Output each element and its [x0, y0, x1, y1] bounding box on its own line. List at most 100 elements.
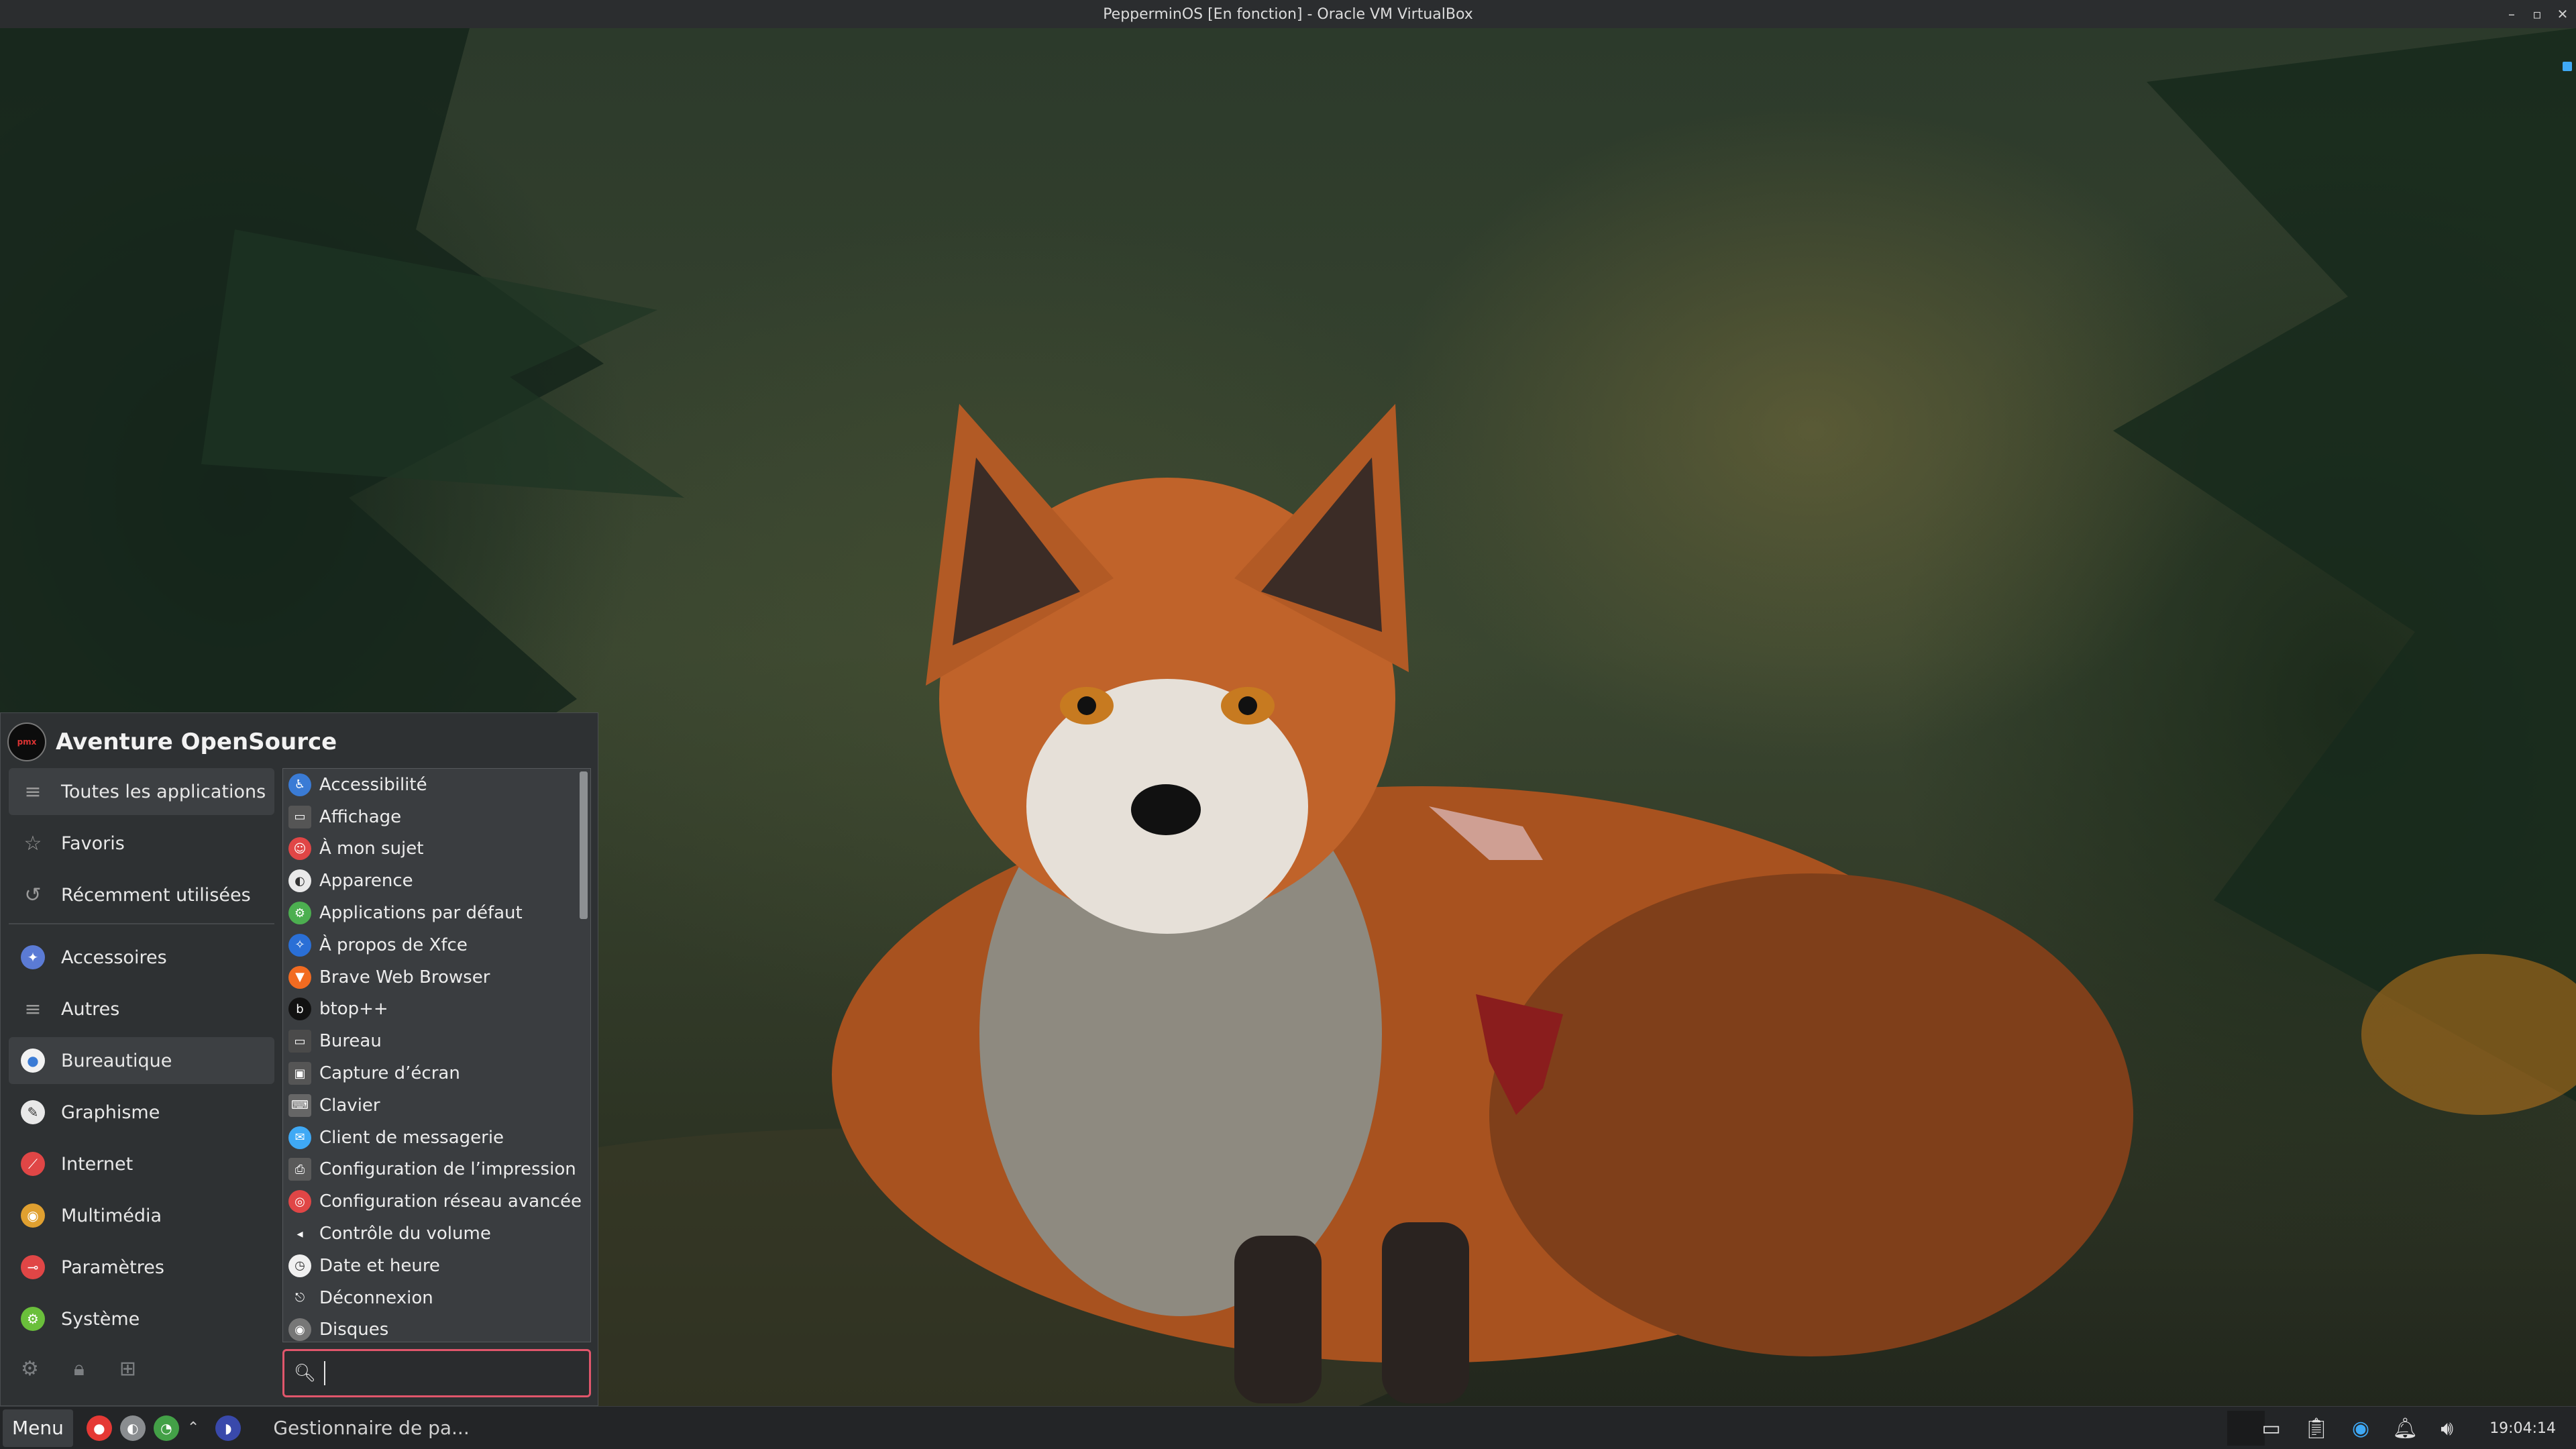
app-label: Date et heure: [319, 1255, 440, 1276]
tray-separator: [2227, 1411, 2265, 1446]
app-list-item[interactable]: ⌨ Clavier: [283, 1089, 578, 1122]
app-label: Configuration réseau avancée: [319, 1191, 582, 1212]
app-list-item[interactable]: ⎋ Déconnexion: [283, 1282, 578, 1314]
category-favorites[interactable]: ☆ Favoris: [9, 820, 274, 867]
other-icon: ≡: [24, 997, 42, 1021]
category-label: Système: [61, 1308, 140, 1330]
settings-gear-icon[interactable]: ⚙: [21, 1357, 39, 1381]
multimedia-icon: ◉: [21, 1203, 45, 1228]
all-apps-icon: ≡: [24, 780, 42, 804]
app-list-item[interactable]: ▼ Brave Web Browser: [283, 961, 578, 994]
app-list-item[interactable]: ☺ À mon sujet: [283, 833, 578, 865]
app-list-item[interactable]: ▭ Affichage: [283, 801, 578, 833]
app-label: Brave Web Browser: [319, 967, 490, 987]
switch-user-icon[interactable]: ⊞: [119, 1357, 136, 1381]
category-graphics[interactable]: ✎ Graphisme: [9, 1089, 274, 1136]
lock-icon[interactable]: 🔒︎: [74, 1357, 85, 1381]
mail-client-icon: ✉: [288, 1126, 311, 1149]
category-label: Paramètres: [61, 1256, 164, 1278]
menu-button[interactable]: Menu: [3, 1409, 73, 1447]
app-label: Capture d’écran: [319, 1063, 460, 1084]
app-list-item[interactable]: ✉ Client de messagerie: [283, 1122, 578, 1154]
category-label: Accessoires: [61, 947, 167, 968]
system-tray: ▭ 📋︎ ◉ 🔔︎ 🔊︎ 19:04:14: [2262, 1407, 2556, 1449]
display-icon[interactable]: ▭: [2262, 1417, 2281, 1440]
default-apps-icon: ⚙: [288, 902, 311, 925]
category-other[interactable]: ≡ Autres: [9, 985, 274, 1032]
text-cursor: [324, 1361, 326, 1385]
app-label: Client de messagerie: [319, 1127, 504, 1148]
volume-icon: ◂: [288, 1222, 311, 1246]
user-avatar-icon[interactable]: pmx: [7, 722, 46, 761]
appearance-icon: ◐: [288, 869, 311, 893]
app-list-item[interactable]: ◎ Configuration réseau avancée: [283, 1185, 582, 1218]
category-label: Récemment utilisées: [61, 884, 251, 906]
window-controls: – ▫ ✕: [2505, 0, 2569, 28]
app-label: Disques: [319, 1320, 389, 1340]
clock[interactable]: 19:04:14: [2489, 1420, 2556, 1437]
application-menu: pmx Aventure OpenSource ≡ Toutes les app…: [0, 712, 598, 1406]
menu-footer-actions: ⚙ 🔒︎ ⊞: [21, 1357, 136, 1381]
chevron-up-icon[interactable]: ⌃: [187, 1419, 199, 1436]
category-office[interactable]: ● Bureautique: [9, 1037, 274, 1084]
category-label: Autres: [61, 998, 120, 1020]
screenshot-icon: ▣: [288, 1062, 311, 1085]
taskbar-window-button[interactable]: Gestionnaire de pa...: [273, 1417, 469, 1439]
network-icon[interactable]: ◉: [2352, 1417, 2369, 1440]
application-list: ♿ Accessibilité ▭ Affichage ☺ À mon sujet ◐ App…: [283, 769, 582, 1342]
xfce-icon: ✧: [288, 933, 311, 957]
app-label: Apparence: [319, 871, 413, 892]
app-launcher-grey-icon[interactable]: ◐: [119, 1415, 146, 1441]
restore-icon[interactable]: ▫: [2530, 6, 2544, 22]
app-list-item[interactable]: ◷ Date et heure: [283, 1250, 578, 1282]
window-title: PepperminOS [En fonction] - Oracle VM Vi…: [1103, 5, 1473, 23]
history-icon: ↺: [24, 883, 42, 907]
category-accessories[interactable]: ✦ Accessoires: [9, 934, 274, 981]
clipboard-icon[interactable]: 📋︎: [2304, 1417, 2329, 1440]
display-icon: ▭: [288, 805, 311, 828]
btop-icon: b: [288, 998, 311, 1021]
brave-icon: ▼: [288, 965, 311, 989]
app-launcher-green-icon[interactable]: ◔: [153, 1415, 179, 1441]
app-launcher-blue-icon[interactable]: ◗: [215, 1415, 241, 1441]
printer-icon: ⎙: [288, 1158, 311, 1181]
close-icon[interactable]: ✕: [2556, 6, 2569, 22]
notification-bell-icon[interactable]: 🔔︎: [2392, 1417, 2418, 1440]
app-list-item[interactable]: b btop++: [283, 994, 578, 1026]
app-label: À propos de Xfce: [319, 934, 468, 955]
graphics-icon: ✎: [21, 1100, 45, 1124]
app-label: btop++: [319, 999, 388, 1020]
app-list-item[interactable]: ♿ Accessibilité: [283, 769, 578, 801]
search-input[interactable]: 🔍︎: [282, 1349, 591, 1397]
volume-icon[interactable]: 🔊︎: [2440, 1417, 2453, 1440]
app-list-scrollbar[interactable]: [580, 771, 588, 919]
category-label: Toutes les applications: [61, 781, 266, 802]
app-list-item[interactable]: ⎙ Configuration de l’impression: [283, 1154, 578, 1186]
system-icon: ⚙: [21, 1307, 45, 1331]
accessories-icon: ✦: [21, 945, 45, 969]
app-list-item[interactable]: ◂ Contrôle du volume: [283, 1218, 578, 1250]
app-list-item[interactable]: ✧ À propos de Xfce: [283, 929, 578, 961]
star-icon: ☆: [23, 831, 42, 855]
app-label: À mon sujet: [319, 839, 424, 859]
app-list-item[interactable]: ◐ Apparence: [283, 865, 578, 897]
app-list-item[interactable]: ▣ Capture d’écran: [283, 1057, 578, 1089]
app-launcher-red-icon[interactable]: ●: [86, 1415, 112, 1441]
menu-header: pmx Aventure OpenSource: [7, 721, 337, 763]
category-recent[interactable]: ↺ Récemment utilisées: [9, 871, 274, 918]
app-list-item[interactable]: ◉ Disques: [283, 1314, 578, 1342]
app-list-item[interactable]: ▭ Bureau: [283, 1025, 578, 1057]
category-internet[interactable]: ⟋ Internet: [9, 1140, 274, 1187]
desktop-icon: ▭: [288, 1030, 311, 1053]
app-label: Bureau: [319, 1031, 382, 1052]
category-settings[interactable]: ⊸ Paramètres: [9, 1244, 274, 1291]
category-label: Favoris: [61, 833, 125, 854]
app-list-item[interactable]: ⚙ Applications par défaut: [283, 897, 578, 929]
category-label: Multimédia: [61, 1205, 162, 1226]
category-multimedia[interactable]: ◉ Multimédia: [9, 1192, 274, 1239]
category-system[interactable]: ⚙ Système: [9, 1295, 274, 1342]
minimize-icon[interactable]: –: [2505, 6, 2518, 22]
app-label: Contrôle du volume: [319, 1224, 491, 1244]
category-all-applications[interactable]: ≡ Toutes les applications: [9, 768, 274, 815]
accessibility-icon: ♿: [288, 773, 311, 796]
